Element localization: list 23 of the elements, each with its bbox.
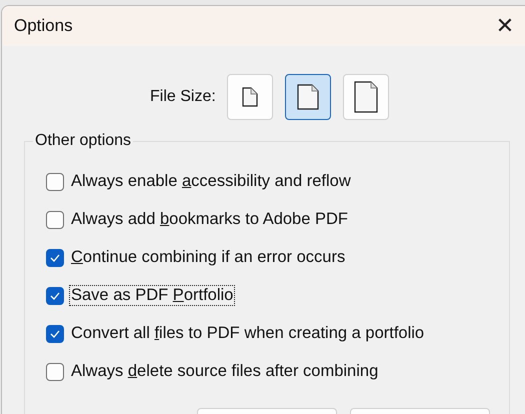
window-title: Options bbox=[14, 16, 74, 36]
checkbox[interactable] bbox=[46, 210, 64, 229]
option-label[interactable]: Save as PDF Portfolio bbox=[70, 286, 234, 306]
file-size-label: File Size: bbox=[150, 88, 216, 106]
document-icon bbox=[296, 84, 319, 110]
checkbox[interactable] bbox=[46, 248, 64, 267]
check-icon bbox=[50, 330, 60, 338]
document-icon bbox=[242, 87, 258, 108]
document-icon bbox=[354, 81, 378, 114]
checkbox[interactable] bbox=[46, 362, 64, 381]
checkbox[interactable] bbox=[46, 172, 64, 191]
checkbox[interactable] bbox=[46, 324, 64, 343]
option-label[interactable]: Always add bookmarks to Adobe PDF bbox=[70, 210, 349, 230]
option-label[interactable]: Continue combining if an error occurs bbox=[70, 248, 346, 268]
check-icon bbox=[50, 254, 60, 262]
option-label[interactable]: Always enable accessibility and reflow bbox=[70, 172, 352, 192]
file-size-button[interactable] bbox=[284, 74, 331, 120]
check-icon bbox=[50, 292, 60, 300]
close-button[interactable]: ✕ bbox=[485, 14, 525, 39]
option-label[interactable]: Always delete source files after combining bbox=[70, 362, 380, 382]
group-title: Other options bbox=[34, 132, 132, 150]
checkbox[interactable] bbox=[46, 286, 64, 305]
option-label[interactable]: Convert all files to PDF when creating a portfolio bbox=[70, 324, 426, 344]
